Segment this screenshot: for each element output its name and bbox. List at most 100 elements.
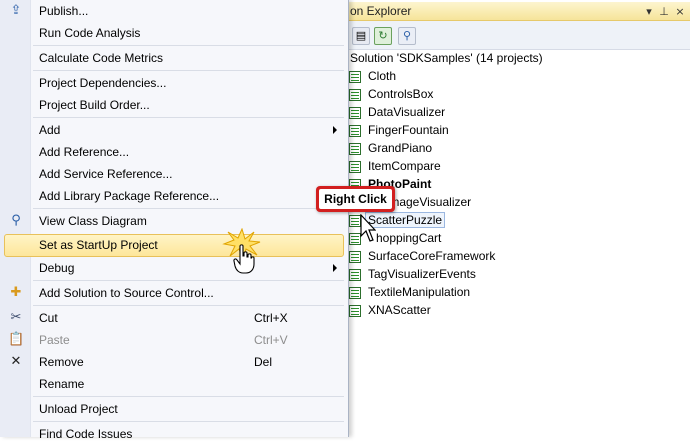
project-label: DataVisualizer bbox=[368, 105, 446, 119]
menu-item-run-code-analysis[interactable]: Run Code Analysis bbox=[0, 22, 346, 44]
csharp-project-icon bbox=[349, 161, 361, 173]
hand-cursor-icon bbox=[233, 244, 255, 274]
menu-item-debug[interactable]: Debug bbox=[0, 257, 346, 279]
project-label: ScatterPuzzle bbox=[365, 212, 446, 228]
menu-item-label: Unload Project bbox=[39, 402, 118, 416]
solution-root-label: Solution 'SDKSamples' (14 projects) bbox=[350, 51, 543, 65]
callout-label: Right Click bbox=[319, 189, 392, 209]
menu-item-add-reference[interactable]: Add Reference... bbox=[0, 141, 346, 163]
menu-item-rename[interactable]: Rename bbox=[0, 373, 346, 395]
menu-item-cut[interactable]: ✂ Cut Ctrl+X bbox=[0, 307, 346, 329]
menu-item-label: Find Code Issues bbox=[39, 427, 133, 441]
solution-explorer-panel: on Explorer ▾ ⊥ × ▤ ↻ ⚲ Solution 'SDKSam… bbox=[346, 0, 690, 437]
csharp-project-icon bbox=[349, 287, 361, 299]
menu-separator bbox=[33, 396, 344, 397]
context-menu: ⇪ Publish... Run Code Analysis Calculate… bbox=[0, 0, 349, 441]
project-item[interactable]: hoppingCart bbox=[346, 230, 690, 248]
refresh-icon[interactable]: ↻ bbox=[374, 27, 392, 45]
menu-item-label: View Class Diagram bbox=[39, 214, 147, 228]
submenu-arrow-icon bbox=[333, 126, 337, 134]
menu-item-add-library-package-reference[interactable]: Add Library Package Reference... bbox=[0, 185, 346, 207]
remove-icon: ✕ bbox=[10, 354, 22, 369]
project-label: hoppingCart bbox=[376, 231, 442, 245]
menu-separator bbox=[33, 117, 344, 118]
project-item[interactable]: FingerFountain bbox=[346, 122, 690, 140]
menu-item-label: Cut bbox=[39, 311, 58, 325]
menu-item-label: Project Build Order... bbox=[39, 98, 150, 112]
csharp-project-icon bbox=[349, 71, 361, 83]
menu-item-set-as-startup-project[interactable]: Set as StartUp Project bbox=[4, 234, 344, 257]
menu-item-shortcut: Ctrl+X bbox=[254, 311, 288, 325]
solution-root[interactable]: Solution 'SDKSamples' (14 projects) bbox=[346, 50, 690, 68]
project-item[interactable]: ControlsBox bbox=[346, 86, 690, 104]
project-label: SurfaceCoreFramework bbox=[368, 249, 496, 263]
menu-item-label: Project Dependencies... bbox=[39, 76, 167, 90]
csharp-project-icon bbox=[349, 125, 361, 137]
show-all-files-icon[interactable]: ▤ bbox=[352, 27, 370, 45]
menu-item-label: Add Reference... bbox=[39, 145, 130, 159]
csharp-project-icon bbox=[349, 143, 361, 155]
menu-item-label: Calculate Code Metrics bbox=[39, 51, 164, 65]
project-label: ItemCompare bbox=[368, 159, 441, 173]
menu-item-label: Add Solution to Source Control... bbox=[39, 286, 214, 300]
menu-item-label: Paste bbox=[39, 333, 70, 347]
menu-item-add-service-reference[interactable]: Add Service Reference... bbox=[0, 163, 346, 185]
menu-item-find-code-issues[interactable]: Find Code Issues bbox=[0, 423, 346, 445]
menu-item-remove[interactable]: ✕ Remove Del bbox=[0, 351, 346, 373]
menu-item-label: Rename bbox=[39, 377, 85, 391]
menu-item-calculate-code-metrics[interactable]: Calculate Code Metrics bbox=[0, 47, 346, 69]
menu-item-label: Run Code Analysis bbox=[39, 26, 141, 40]
project-label: GrandPiano bbox=[368, 141, 433, 155]
view-class-diagram-icon[interactable]: ⚲ bbox=[398, 27, 416, 45]
csharp-project-icon bbox=[349, 305, 361, 317]
project-item[interactable]: Cloth bbox=[346, 68, 690, 86]
menu-separator bbox=[33, 70, 344, 71]
menu-item-label: Add Library Package Reference... bbox=[39, 189, 220, 203]
project-item[interactable]: SurfaceCoreFramework bbox=[346, 248, 690, 266]
submenu-arrow-icon bbox=[333, 264, 337, 272]
menu-item-add[interactable]: Add bbox=[0, 119, 346, 141]
menu-item-publish[interactable]: ⇪ Publish... bbox=[0, 0, 346, 22]
solution-explorer-toolbar: ▤ ↻ ⚲ bbox=[346, 21, 690, 50]
solution-explorer-title: on Explorer bbox=[350, 4, 412, 18]
dropdown-arrow-icon[interactable]: ▾ bbox=[643, 5, 655, 18]
menu-item-project-dependencies[interactable]: Project Dependencies... bbox=[0, 72, 346, 94]
menu-item-shortcut: Del bbox=[254, 355, 273, 369]
project-label: TagVisualizerEvents bbox=[368, 267, 476, 281]
project-item[interactable]: TagVisualizerEvents bbox=[346, 266, 690, 284]
menu-item-paste[interactable]: 📋 Paste Ctrl+V bbox=[0, 329, 346, 351]
cut-icon: ✂ bbox=[10, 310, 22, 325]
csharp-project-icon bbox=[349, 251, 361, 263]
menu-item-label: Publish... bbox=[39, 4, 89, 18]
menu-item-project-build-order[interactable]: Project Build Order... bbox=[0, 94, 346, 116]
menu-item-shortcut: Ctrl+V bbox=[254, 333, 288, 347]
project-item[interactable]: DataVisualizer bbox=[346, 104, 690, 122]
project-item[interactable]: ImageVisualizer bbox=[346, 194, 690, 212]
menu-item-add-solution-to-source-control[interactable]: ✚ Add Solution to Source Control... bbox=[0, 282, 346, 304]
menu-separator bbox=[33, 208, 344, 209]
paste-icon: 📋 bbox=[8, 332, 25, 347]
source-control-icon: ✚ bbox=[10, 285, 22, 300]
project-item[interactable]: GrandPiano bbox=[346, 140, 690, 158]
menu-item-view-class-diagram[interactable]: ⚲ View Class Diagram bbox=[0, 210, 346, 232]
project-item[interactable]: ItemCompare bbox=[346, 158, 690, 176]
pin-icon[interactable]: ⊥ bbox=[658, 5, 670, 18]
solution-explorer-titlebar: on Explorer ▾ ⊥ × bbox=[346, 2, 690, 21]
project-label: ImageVisualizer bbox=[386, 195, 472, 209]
project-label: TextileManipulation bbox=[368, 285, 471, 299]
menu-item-unload-project[interactable]: Unload Project bbox=[0, 398, 346, 420]
project-item[interactable]: XNAScatter bbox=[346, 302, 690, 320]
project-item-startup[interactable]: PhotoPaint bbox=[346, 176, 690, 194]
close-icon[interactable]: × bbox=[674, 5, 686, 18]
right-click-callout: Right Click bbox=[316, 186, 395, 212]
project-label: XNAScatter bbox=[368, 303, 431, 317]
project-item-selected[interactable]: ScatterPuzzle bbox=[346, 212, 690, 230]
csharp-project-icon bbox=[349, 89, 361, 101]
project-item[interactable]: TextileManipulation bbox=[346, 284, 690, 302]
menu-separator bbox=[33, 45, 344, 46]
project-label: FingerFountain bbox=[368, 123, 449, 137]
mouse-pointer-icon bbox=[360, 214, 376, 242]
class-diagram-icon: ⚲ bbox=[11, 213, 21, 228]
publish-icon: ⇪ bbox=[10, 3, 22, 18]
menu-item-label: Add Service Reference... bbox=[39, 167, 173, 181]
